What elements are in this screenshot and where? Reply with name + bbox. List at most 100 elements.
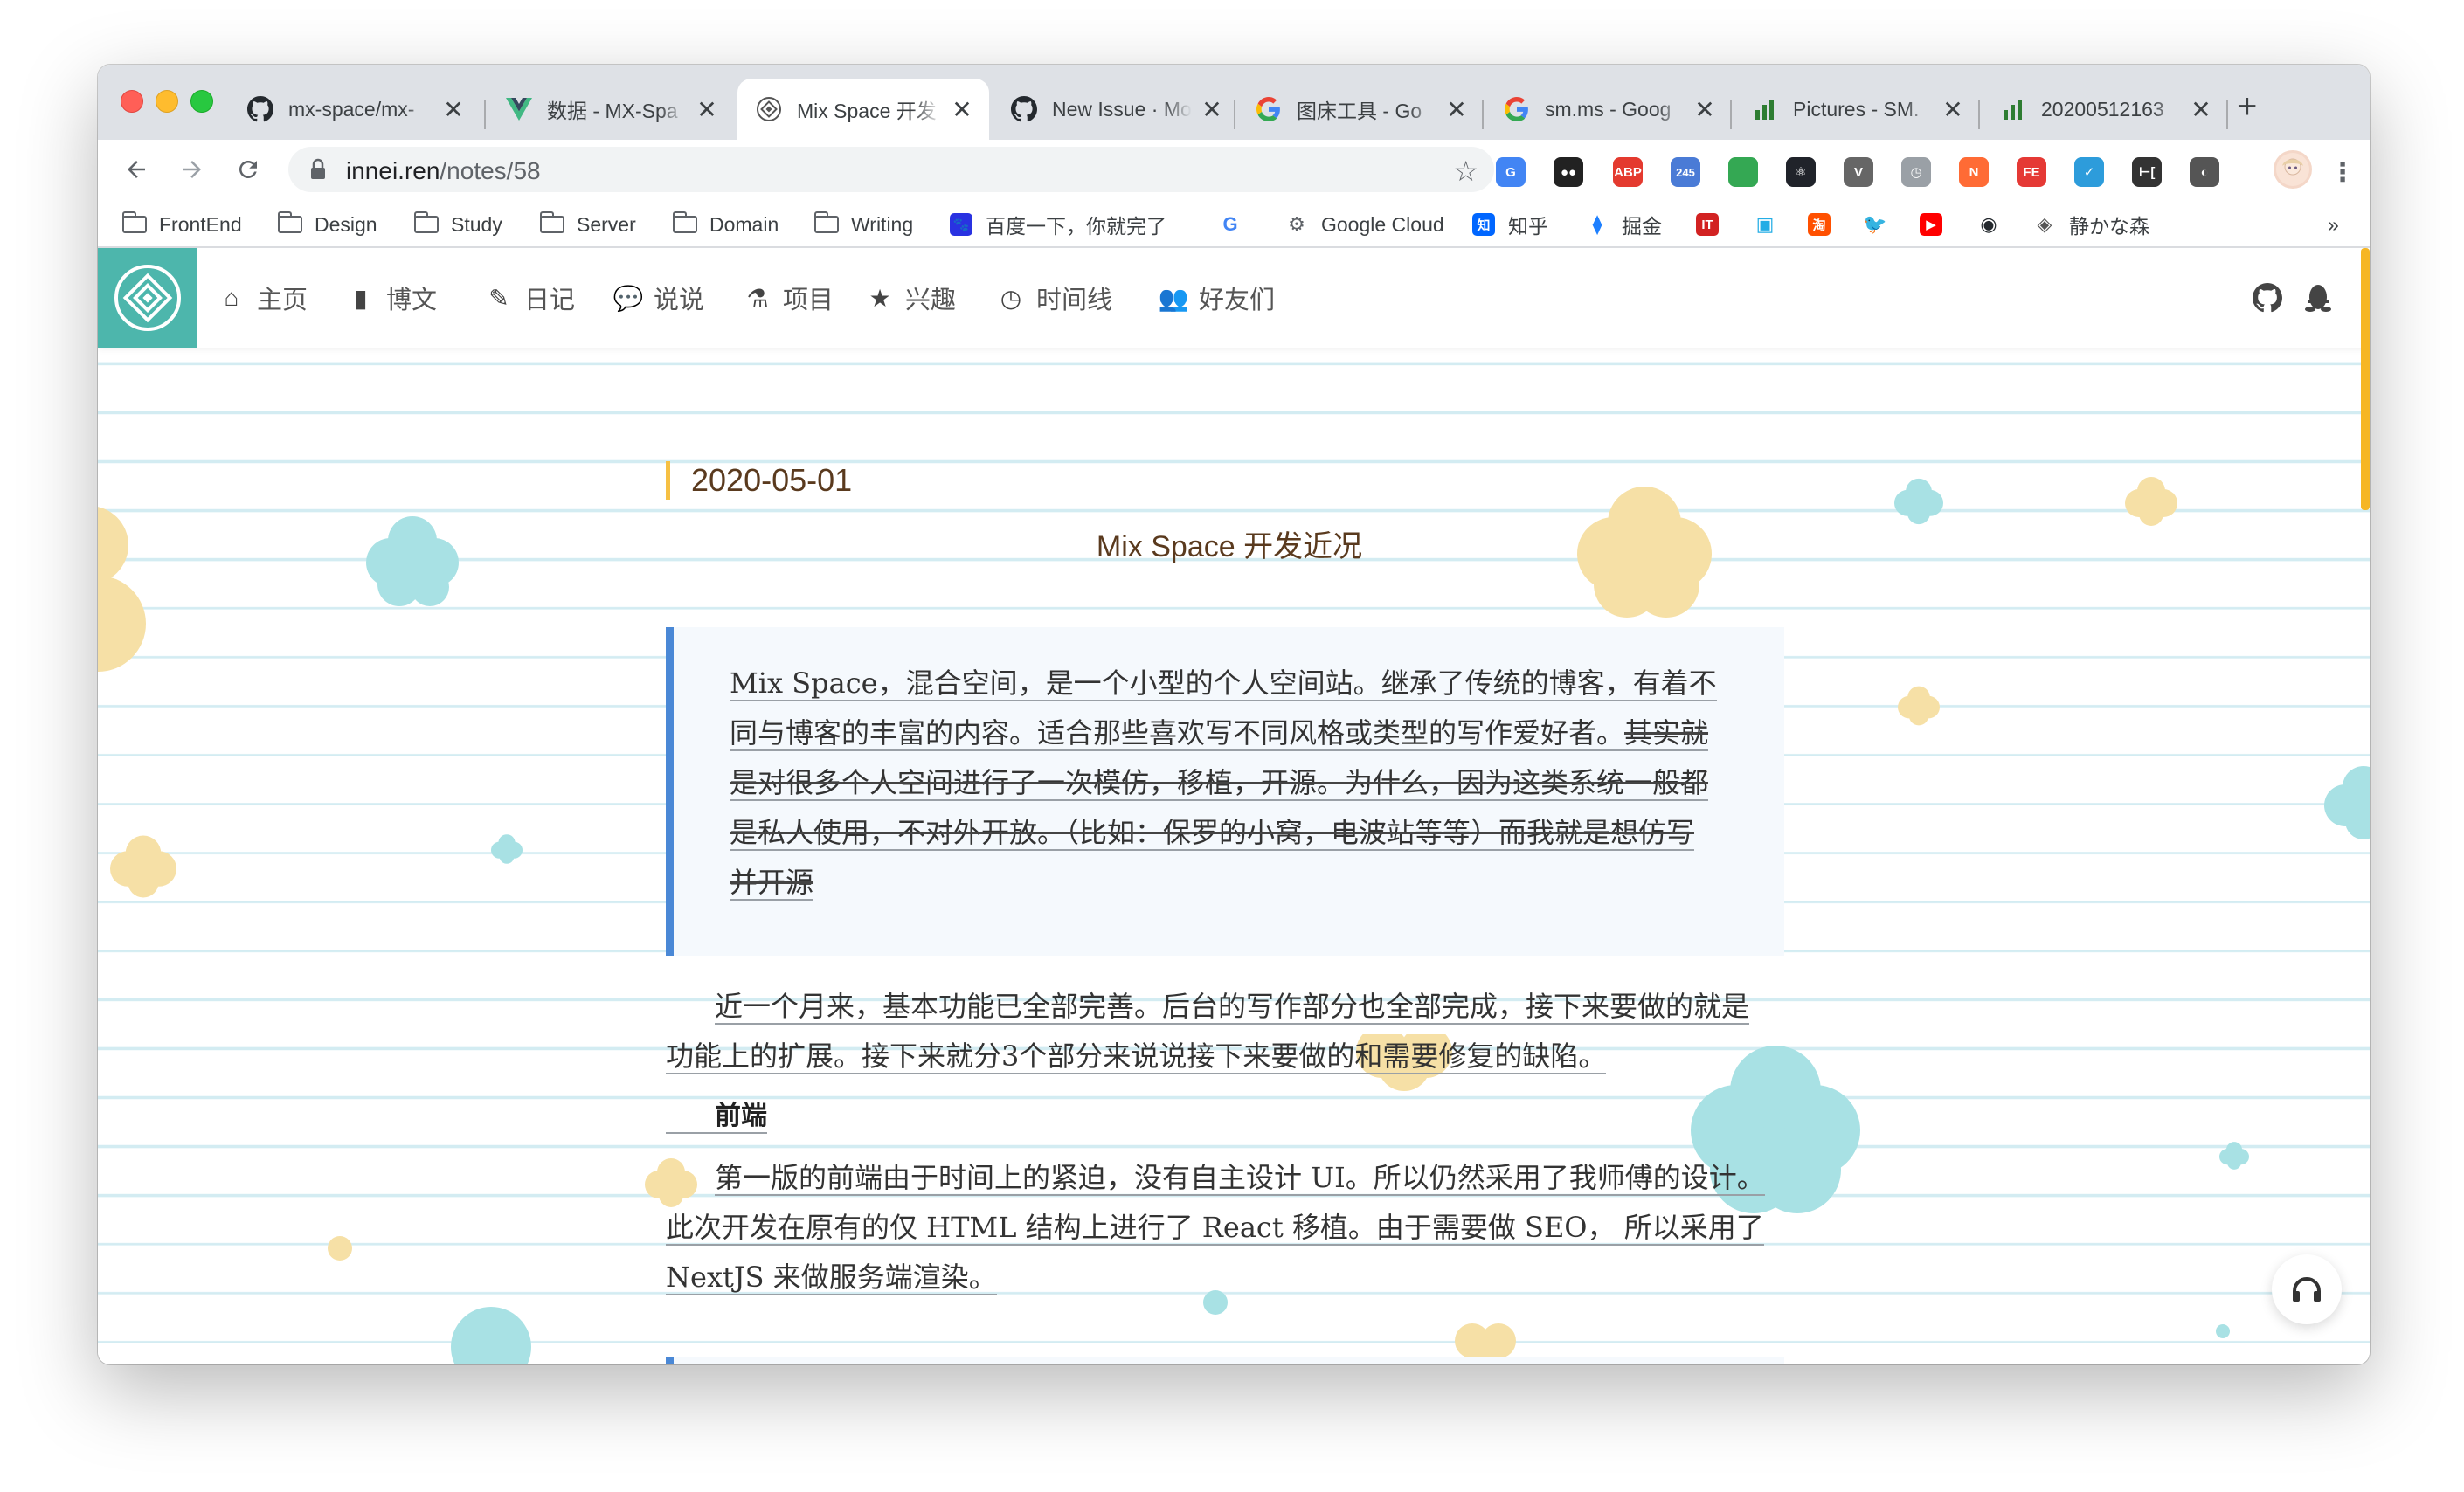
tab-mx-space[interactable]: mx-space/mx- ✕ — [229, 79, 481, 140]
bookmark-label: 知乎 — [1508, 215, 1548, 238]
bookmark-item[interactable]: G — [1218, 211, 1242, 238]
nav-item-home[interactable]: ⌂ 主页 — [218, 280, 308, 316]
browser-window: mx-space/mx- ✕ 数据 - MX-Spa ✕ Mix Space 开… — [98, 65, 2370, 1364]
forward-button[interactable] — [171, 149, 213, 190]
tab-pictures-sm[interactable]: Pictures - SM. ✕ — [1734, 79, 1980, 140]
tab-title: mx-space/mx- — [288, 97, 415, 121]
reload-button[interactable] — [227, 149, 269, 190]
bookmark-item[interactable]: 淘 — [1807, 211, 1831, 238]
nav-item-star[interactable]: ★ 兴趣 — [867, 280, 956, 316]
address-bar[interactable]: innei.ren/notes/58 ☆ — [288, 147, 1494, 192]
extension-icon[interactable]: ●● — [1554, 157, 1583, 187]
tab-image-tools[interactable]: 图床工具 - Go ✕ — [1237, 79, 1484, 140]
bookmark-item[interactable]: FrontEnd — [121, 211, 242, 238]
translate-extension-icon[interactable]: G — [1496, 157, 1526, 187]
google-icon — [1503, 95, 1531, 123]
google-cloud-icon: ⚙ — [1284, 213, 1309, 236]
bookmark-item[interactable]: 🐦 — [1863, 211, 1887, 238]
nav-item-comments[interactable]: 💬 说说 — [613, 280, 705, 316]
folder-icon — [413, 211, 439, 235]
new-tab-button[interactable]: + — [2237, 87, 2257, 127]
nav-item-label: 说说 — [654, 287, 705, 314]
decorative-cloud — [366, 516, 459, 606]
dark-mode-icon[interactable]: ◐ — [2190, 157, 2219, 187]
github-link-icon[interactable] — [2251, 281, 2284, 314]
nav-item-label: 博文 — [386, 287, 438, 314]
nav-item-label: 时间线 — [1036, 287, 1113, 314]
nav-item-users[interactable]: 👥 好友们 — [1159, 280, 1275, 316]
tab-mx-space-data[interactable]: 数据 - MX-Spa ✕ — [488, 79, 734, 140]
adblock-plus-icon[interactable]: ABP — [1613, 157, 1643, 187]
folder-icon — [539, 211, 564, 235]
mix-space-logo-icon — [114, 265, 181, 331]
reload-icon — [239, 161, 257, 178]
n-extension-icon[interactable]: N — [1959, 157, 1989, 187]
paragraph-line: 此次开发在原有的仅 HTML 结构上进行了 React 移植。由于需要做 SEO… — [666, 1211, 1764, 1246]
tab-new-issue[interactable]: New Issue · Mo ✕ — [993, 79, 1239, 140]
web-page: ⌂ 主页 ▮ 博文 ✎ 日记 💬 说说 ⚗ 项目 ★ 兴趣 ◷ 时间线 👥 好友们 2020-05-01 Mi… — [98, 248, 2370, 1364]
nav-item-clock[interactable]: ◷ 时间线 — [998, 280, 1112, 316]
bookmark-item[interactable]: 知知乎 — [1471, 211, 1548, 238]
close-window-button[interactable] — [121, 90, 143, 113]
green-circle-extension-icon[interactable] — [1728, 157, 1758, 187]
tab-separator — [1978, 100, 1980, 129]
bookmark-item[interactable]: ▶ — [1919, 211, 1943, 238]
tab-close-icon[interactable]: ✕ — [696, 95, 718, 124]
back-button[interactable] — [115, 149, 157, 190]
bookmark-item[interactable]: ◈ 静かな森 — [2032, 211, 2149, 238]
paragraph-line: 第一版的前端由于时间上的紧迫，没有自主设计 UI。所以仍然采用了我师傅的设计。 — [715, 1161, 1765, 1196]
decorative-cloud — [1898, 686, 1940, 726]
bookmark-label: Domain — [709, 212, 779, 236]
bookmark-item[interactable]: Study — [413, 211, 502, 238]
bar-chart-icon — [1999, 95, 2027, 123]
bookmark-star-icon[interactable]: ☆ — [1453, 155, 1478, 188]
tab-close-icon[interactable]: ✕ — [1445, 95, 1468, 124]
lock-icon — [309, 158, 327, 185]
bookmark-item[interactable]: Writing — [813, 211, 913, 238]
bookmark-item[interactable]: Domain — [672, 211, 779, 238]
nav-item-book[interactable]: ▮ 博文 — [348, 280, 437, 316]
react-devtools-icon[interactable]: ⚛ — [1786, 157, 1816, 187]
page-scrollbar[interactable] — [2361, 248, 2370, 510]
blue-extension-icon[interactable]: ✓ — [2074, 157, 2104, 187]
bookmark-item[interactable]: ▣ — [1753, 211, 1777, 238]
music-player-button[interactable] — [2272, 1254, 2342, 1324]
juejin-icon: ⧫ — [1585, 213, 1609, 236]
tab-close-icon[interactable]: ✕ — [1941, 95, 1964, 124]
star-icon: ★ — [869, 284, 891, 312]
flask-icon: ⚗ — [746, 284, 769, 312]
tab-mix-space-active[interactable]: Mix Space 开发 ✕ — [737, 79, 989, 140]
decorative-cloud — [110, 835, 176, 898]
bookmark-item[interactable]: Server — [539, 211, 636, 238]
nav-item-flask[interactable]: ⚗ 项目 — [744, 280, 834, 316]
bookmark-item[interactable]: Design — [277, 211, 377, 238]
github-icon: ◉ — [1976, 213, 2001, 236]
fe-helper-icon[interactable]: FE — [2017, 157, 2046, 187]
tab-close-icon[interactable]: ✕ — [1693, 95, 1716, 124]
tab-close-icon[interactable]: ✕ — [1201, 95, 1223, 124]
nav-item-pencil[interactable]: ✎ 日记 — [486, 280, 575, 316]
extension-badge-icon[interactable]: 245 — [1671, 157, 1700, 187]
browser-menu-icon[interactable]: ⋮ — [2328, 157, 2357, 187]
tab-sm-ms[interactable]: sm.ms - Goog ✕ — [1485, 79, 1732, 140]
vue-devtools-icon[interactable]: V — [1844, 157, 1873, 187]
back-arrow-icon — [128, 161, 145, 178]
site-logo[interactable] — [98, 248, 197, 348]
json-extension-icon[interactable]: ⊢[ — [2132, 157, 2162, 187]
bookmark-label: Study — [451, 212, 502, 236]
tab-20200512[interactable]: 20200512163 ✕ — [1982, 79, 2228, 140]
tab-close-icon[interactable]: ✕ — [2190, 95, 2212, 124]
bookmarks-overflow-button[interactable]: » — [2328, 211, 2339, 238]
profile-avatar[interactable] — [2274, 150, 2312, 189]
bookmark-item[interactable]: 🐾 百度一下，你就完了 — [949, 211, 1166, 238]
tab-close-icon[interactable]: ✕ — [951, 95, 973, 124]
bookmark-item[interactable]: IT — [1695, 211, 1720, 238]
bookmark-item[interactable]: ⚙ Google Cloud — [1284, 211, 1444, 238]
bookmark-item[interactable]: ◉ — [1976, 211, 2001, 238]
minimize-window-button[interactable] — [156, 90, 178, 113]
tab-close-icon[interactable]: ✕ — [442, 95, 465, 124]
bookmark-item[interactable]: ⧫ 掘金 — [1585, 211, 1662, 238]
maximize-window-button[interactable] — [190, 90, 213, 113]
clock-extension-icon[interactable]: ◷ — [1901, 157, 1931, 187]
qq-penguin-icon[interactable] — [2301, 281, 2335, 314]
